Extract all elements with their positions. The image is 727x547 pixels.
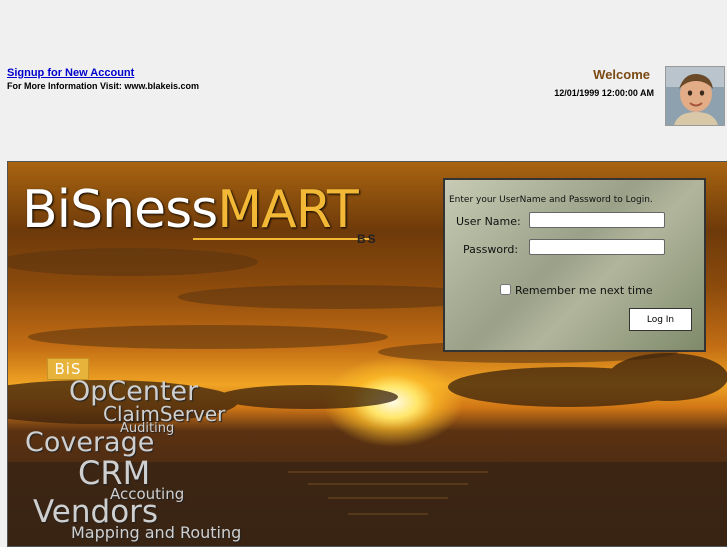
username-label: User Name: <box>456 215 521 228</box>
more-info-text: For More Information Visit: www.blakeis.… <box>7 81 200 91</box>
product-mapping-routing: Mapping and Routing <box>71 523 242 542</box>
logo-sub-text: BS <box>357 232 378 246</box>
remember-me-label[interactable]: Remember me next time <box>515 284 653 297</box>
user-avatar <box>665 66 725 126</box>
logo-underline <box>193 238 369 240</box>
logo-text-white: BiSness <box>22 180 218 240</box>
password-label: Password: <box>463 243 519 256</box>
login-button[interactable]: Log In <box>629 308 692 331</box>
welcome-text: Welcome <box>593 67 650 82</box>
signup-link[interactable]: Signup for New Account <box>7 67 134 79</box>
hero-banner: BiSnessMART BS Enter your UserName and P… <box>7 161 727 547</box>
remember-me-checkbox[interactable] <box>500 284 511 295</box>
login-panel: Enter your UserName and Password to Logi… <box>443 178 706 352</box>
password-input[interactable] <box>529 239 665 255</box>
logo-text-gold: MART <box>217 180 359 240</box>
datetime-text: 12/01/1999 12:00:00 AM <box>554 88 654 98</box>
login-prompt: Enter your UserName and Password to Logi… <box>449 195 653 205</box>
username-input[interactable] <box>529 212 665 228</box>
bisnessmart-logo: BiSnessMART <box>22 180 359 240</box>
